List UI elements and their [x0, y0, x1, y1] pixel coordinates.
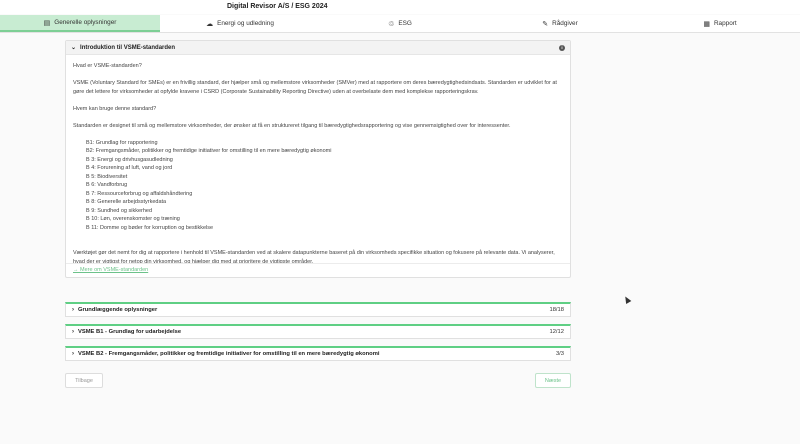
- list-item: B 3: Energi og drivhusgasudledning: [86, 156, 173, 163]
- back-button[interactable]: Tilbage: [65, 373, 103, 388]
- intro-panel-body: Hvad er VSME-standarden? VSME (Voluntary…: [66, 55, 570, 277]
- list-item: B 10: Løn, overenskomster og træning: [86, 216, 180, 222]
- document-icon: ▤: [43, 19, 51, 27]
- main-content: ⌄ Introduktion til VSME-standarden i Hva…: [65, 40, 571, 278]
- list-item: B1: Grundlag for rapportering: [86, 139, 158, 146]
- chevron-down-icon: ⌄: [71, 45, 77, 51]
- standard-list: B1: Grundlag for rapportering B2: Fremga…: [73, 139, 563, 233]
- section-vsme-b2[interactable]: › VSME B2 - Fremgangsmåder, politikker o…: [65, 346, 571, 361]
- chevron-right-icon: ›: [72, 351, 74, 357]
- tab-label: Rådgiver: [552, 20, 578, 27]
- section-title: Grundlæggende oplysninger: [78, 307, 158, 313]
- intro-paragraph-2: Standarden er designet til små og mellem…: [73, 122, 511, 129]
- list-item: B 6: Vandforbrug: [86, 182, 128, 188]
- intro-question-2: Hvem kan bruge denne standard?: [73, 105, 157, 112]
- mouse-cursor-icon: [622, 294, 632, 305]
- list-item: B 11: Domme og bøder for korruption og b…: [86, 224, 214, 231]
- tab-label: Energi og udledning: [217, 20, 274, 27]
- tab-label: Rapport: [713, 20, 737, 27]
- chevron-right-icon: ›: [72, 307, 74, 313]
- tab-label: Generelle oplysninger: [54, 19, 117, 26]
- list-item: B 8: Generelle arbejdsstyrkedata: [86, 199, 167, 205]
- tab-esg[interactable]: ♲ ESG: [320, 15, 480, 32]
- more-about-vsme-link[interactable]: → Mere om VSME-standarden: [66, 263, 570, 277]
- list-item: B 4: Forurening af luft, vand og jord: [86, 165, 173, 171]
- top-bar: Digital Revisor A/S / ESG 2024: [0, 0, 800, 14]
- intro-panel: ⌄ Introduktion til VSME-standarden i Hva…: [65, 40, 571, 278]
- cloud-icon: ☁: [206, 20, 214, 28]
- tab-bar: ▤ Generelle oplysninger ☁ Energi og udle…: [0, 15, 800, 33]
- tab-raadgiver[interactable]: ✎ Rådgiver: [480, 15, 640, 32]
- info-icon[interactable]: i: [559, 45, 565, 51]
- recycle-icon: ♲: [388, 20, 395, 28]
- next-button[interactable]: Næste: [535, 373, 571, 388]
- tab-energi-og-udledning[interactable]: ☁ Energi og udledning: [160, 15, 320, 32]
- intro-panel-title: Introduktion til VSME-standarden: [80, 44, 176, 51]
- section-grundlaeggende-oplysninger[interactable]: › Grundlæggende oplysninger 18/18: [65, 302, 571, 317]
- section-count: 18/18: [549, 307, 564, 313]
- intro-panel-header[interactable]: ⌄ Introduktion til VSME-standarden i: [66, 41, 570, 55]
- intro-question-1: Hvad er VSME-standarden?: [73, 63, 142, 69]
- section-vsme-b1[interactable]: › VSME B1 - Grundlag for udarbejdelse 12…: [65, 324, 571, 339]
- list-item: B2: Fremgangsmåder, politikker og fremti…: [86, 148, 332, 154]
- section-title: VSME B1 - Grundlag for udarbejdelse: [78, 329, 182, 335]
- tab-generelle-oplysninger[interactable]: ▤ Generelle oplysninger: [0, 15, 160, 32]
- list-item: B 7: Ressourceforbrug og affaldshåndteri…: [86, 190, 193, 197]
- chevron-right-icon: ›: [72, 329, 74, 335]
- tab-label: ESG: [398, 20, 412, 27]
- pencil-icon: ✎: [542, 20, 549, 28]
- tab-rapport[interactable]: ▦ Rapport: [640, 15, 800, 32]
- section-count: 3/3: [555, 351, 564, 357]
- list-item: B 9: Sundhed og sikkerhed: [86, 207, 153, 214]
- intro-paragraph-1: VSME (Voluntary Standard for SMEs) er en…: [73, 80, 557, 95]
- list-item: B 5: Biodiversitet: [86, 173, 128, 180]
- app-title: Digital Revisor A/S / ESG 2024: [227, 3, 328, 10]
- section-title: VSME B2 - Fremgangsmåder, politikker og …: [78, 351, 380, 357]
- section-count: 12/12: [549, 329, 564, 335]
- report-icon: ▦: [703, 20, 710, 28]
